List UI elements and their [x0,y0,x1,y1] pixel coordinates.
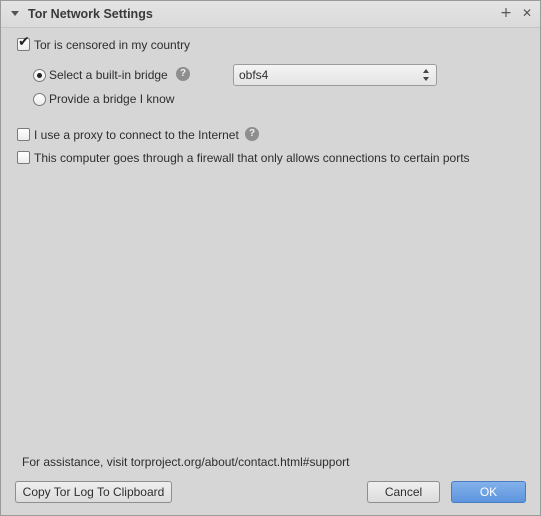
cancel-button[interactable]: Cancel [367,481,440,503]
builtin-bridge-help-icon[interactable]: ? [176,67,190,81]
bridge-type-select[interactable]: obfs4 [233,64,437,86]
ok-button[interactable]: OK [451,481,526,503]
tor-network-settings-window: Tor Network Settings + ✕ ✔ Tor is censor… [0,0,541,516]
spinner-arrows-icon [423,67,431,83]
checkmark-icon: ✔ [18,34,30,50]
collapse-triangle-icon[interactable] [11,11,19,16]
censored-label[interactable]: Tor is censored in my country [34,38,190,52]
firewall-checkbox[interactable] [17,151,30,164]
proxy-help-icon[interactable]: ? [245,127,259,141]
firewall-label[interactable]: This computer goes through a firewall th… [34,151,470,165]
provide-bridge-radio[interactable] [33,93,46,106]
proxy-checkbox[interactable] [17,128,30,141]
copy-tor-log-button[interactable]: Copy Tor Log To Clipboard [15,481,172,503]
assistance-text: For assistance, visit torproject.org/abo… [22,455,350,469]
provide-bridge-label[interactable]: Provide a bridge I know [49,92,174,106]
builtin-bridge-label[interactable]: Select a built-in bridge [49,68,168,82]
window-title: Tor Network Settings [28,7,153,21]
builtin-bridge-radio[interactable] [33,69,46,82]
proxy-label[interactable]: I use a proxy to connect to the Internet [34,128,239,142]
close-window-icon[interactable]: ✕ [520,6,534,20]
censored-checkbox[interactable]: ✔ [17,34,30,51]
title-bar: Tor Network Settings + ✕ [1,1,540,28]
radio-selected-dot [37,73,42,78]
bridge-type-value: obfs4 [239,68,269,82]
add-tab-icon[interactable]: + [499,6,513,20]
